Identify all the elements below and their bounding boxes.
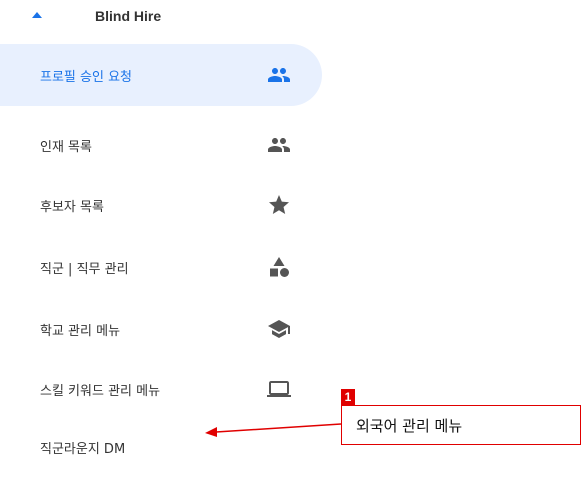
- annotation-arrow: [205, 423, 342, 437]
- annotation-callout: 외국어 관리 메뉴: [341, 405, 581, 445]
- annotation-badge: 1: [341, 389, 355, 405]
- annotation-text: 외국어 관리 메뉴: [356, 416, 463, 435]
